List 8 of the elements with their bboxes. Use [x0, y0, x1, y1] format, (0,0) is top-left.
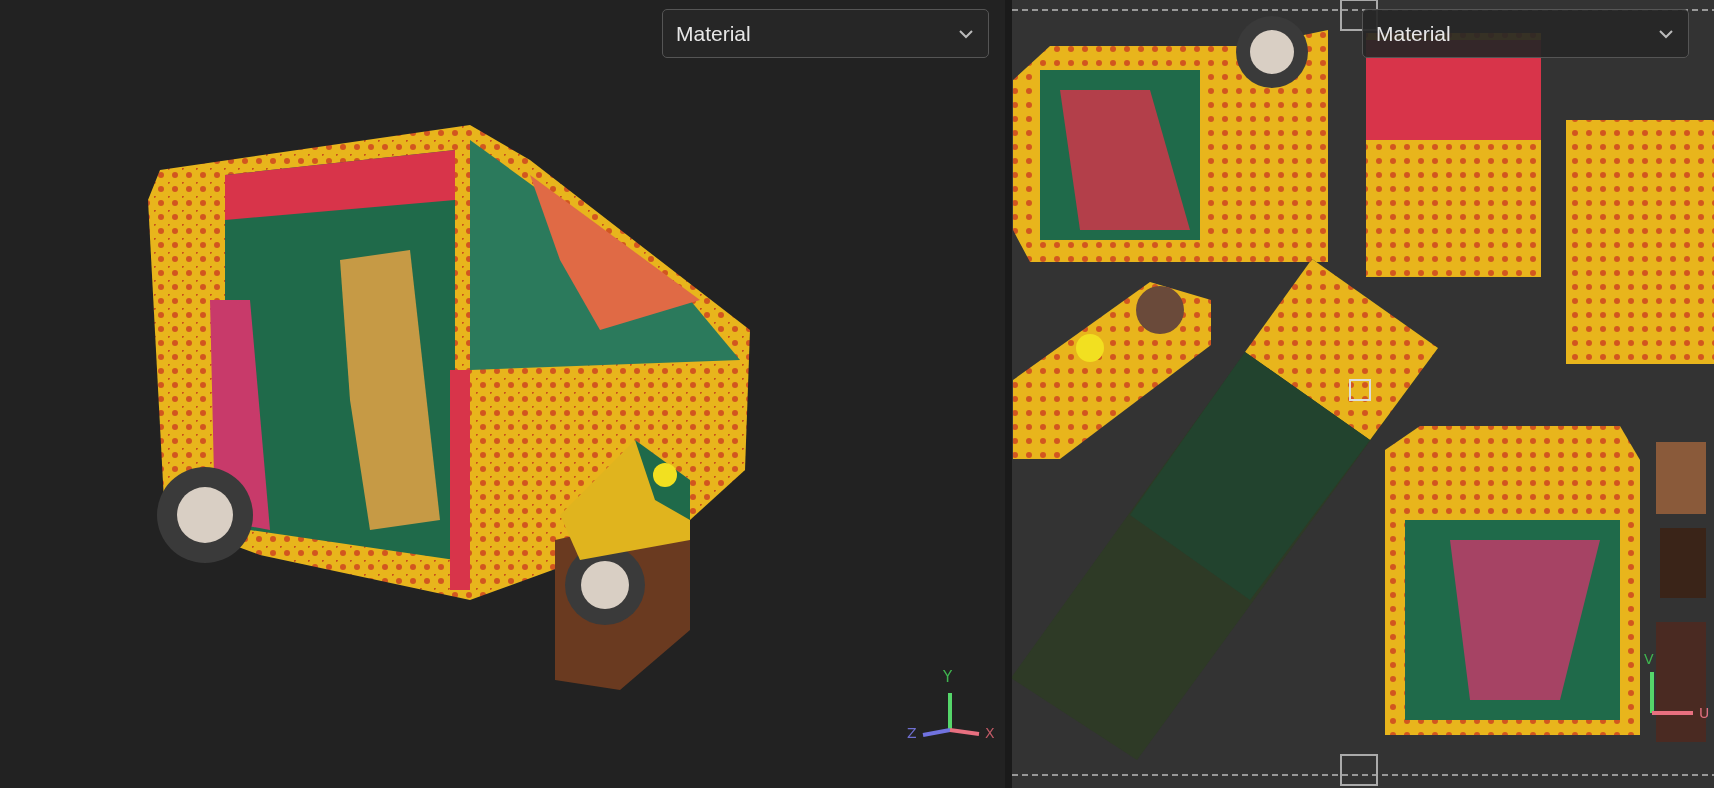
shading-dropdown[interactable]: Material [662, 9, 989, 58]
axis-gizmo: V U [1644, 651, 1710, 721]
axis-gizmo: Y Z X [907, 668, 995, 741]
chevron-down-icon [1658, 28, 1674, 39]
chevron-down-icon [958, 28, 974, 39]
uv-editor[interactable]: Material V U [1012, 0, 1714, 788]
uv-handle[interactable] [1340, 754, 1378, 786]
shading-dropdown[interactable]: Material [1362, 9, 1689, 58]
